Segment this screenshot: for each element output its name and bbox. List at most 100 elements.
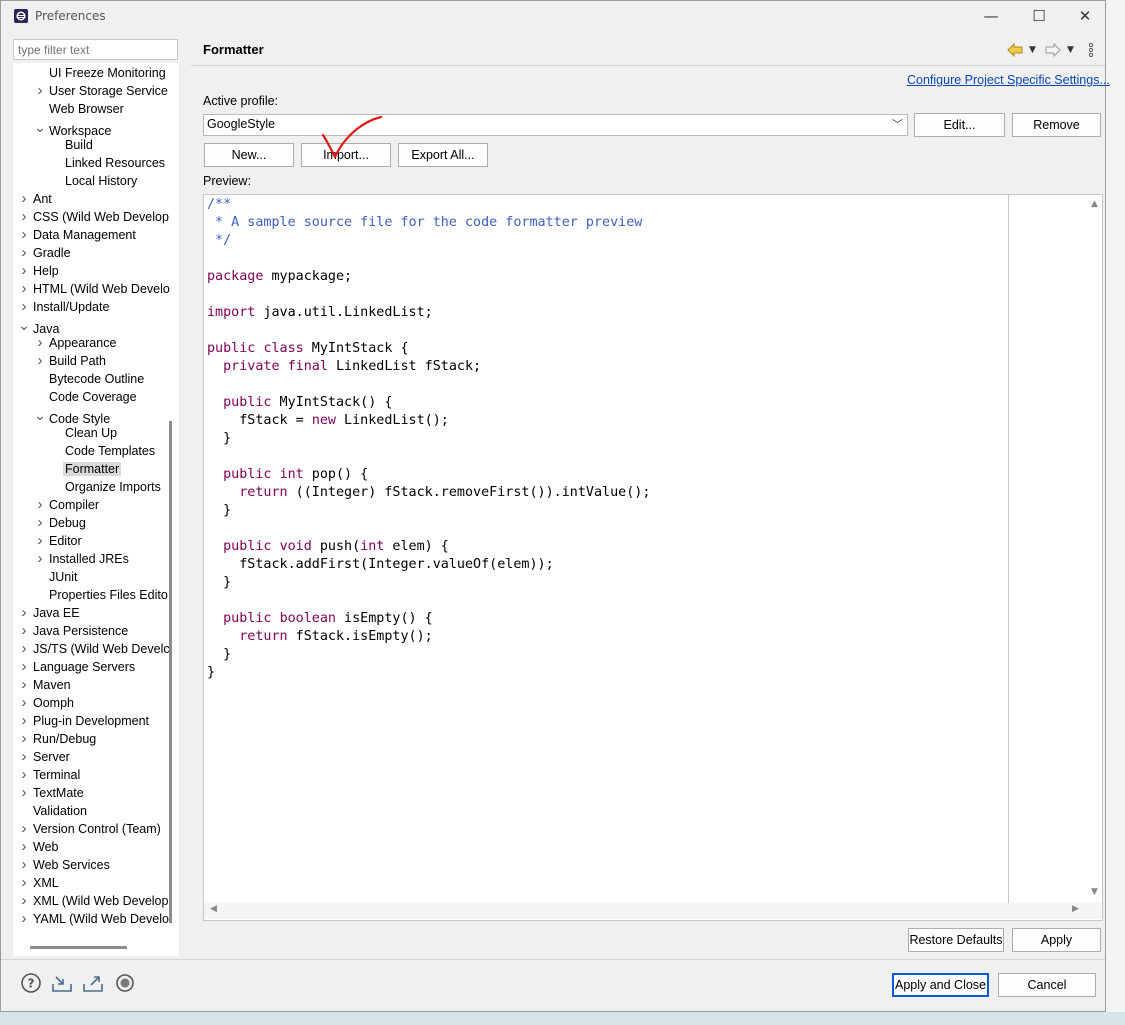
tree-horizontal-scrollbar[interactable] (30, 946, 127, 949)
tree-item[interactable]: Properties Files Edito (33, 586, 170, 604)
tree-item[interactable]: › Appearance (33, 334, 118, 352)
tree-item[interactable]: › Oomph (17, 694, 76, 712)
tree-item[interactable]: › YAML (Wild Web Develo (17, 910, 171, 928)
tree-item[interactable]: ⌄ Workspace (33, 118, 113, 138)
tree-item[interactable]: › User Storage Service (33, 82, 170, 100)
tree-item[interactable]: Bytecode Outline (33, 370, 146, 388)
tree-item[interactable]: › Terminal (17, 766, 82, 784)
filter-input[interactable] (13, 39, 178, 60)
chevron-right-icon[interactable]: › (17, 190, 31, 208)
tree-item[interactable]: › Data Management (17, 226, 138, 244)
remove-profile-button[interactable]: Remove (1012, 113, 1101, 137)
back-menu-chevron-icon[interactable]: ▼ (1029, 41, 1036, 59)
record-icon[interactable] (114, 972, 136, 994)
chevron-right-icon[interactable]: › (17, 730, 31, 748)
tree-item[interactable]: › Java EE (17, 604, 82, 622)
tree-item[interactable]: ⌄ Java (17, 316, 61, 336)
help-icon[interactable]: ? (20, 972, 42, 994)
tree-item[interactable]: › Language Servers (17, 658, 137, 676)
tree-item[interactable]: › Run/Debug (17, 730, 98, 748)
tree-item[interactable]: › Install/Update (17, 298, 111, 316)
tree-item[interactable]: Code Templates (49, 442, 157, 460)
tree-item[interactable]: › HTML (Wild Web Develo (17, 280, 172, 298)
chevron-right-icon[interactable]: › (17, 262, 31, 280)
scroll-down-icon[interactable]: ▼ (1091, 887, 1098, 897)
tree-item[interactable]: › Server (17, 748, 72, 766)
tree-item[interactable]: Build (49, 136, 95, 154)
chevron-right-icon[interactable]: › (17, 604, 31, 622)
tree-item[interactable]: › CSS (Wild Web Develop (17, 208, 171, 226)
chevron-right-icon[interactable]: › (17, 892, 31, 910)
tree-vertical-scrollbar[interactable] (169, 421, 172, 923)
tree-item[interactable]: Web Browser (33, 100, 126, 118)
chevron-down-icon[interactable]: ⌄ (33, 118, 47, 136)
import-profile-button[interactable]: Import... (301, 143, 391, 167)
chevron-right-icon[interactable]: › (33, 334, 47, 352)
chevron-right-icon[interactable]: › (17, 676, 31, 694)
tree-item[interactable]: › Build Path (33, 352, 108, 370)
chevron-right-icon[interactable]: › (33, 532, 47, 550)
chevron-right-icon[interactable]: › (17, 856, 31, 874)
view-menu-icon[interactable] (1087, 42, 1095, 58)
chevron-right-icon[interactable]: › (17, 748, 31, 766)
minimize-button[interactable]: — (977, 5, 1005, 27)
tree-item[interactable]: Local History (49, 172, 139, 190)
chevron-right-icon[interactable]: › (17, 910, 31, 928)
chevron-right-icon[interactable]: › (17, 838, 31, 856)
new-profile-button[interactable]: New... (204, 143, 294, 167)
chevron-right-icon[interactable]: › (17, 712, 31, 730)
chevron-right-icon[interactable]: › (17, 694, 31, 712)
chevron-right-icon[interactable]: › (17, 658, 31, 676)
tree-item[interactable]: › XML (Wild Web Develop (17, 892, 170, 910)
tree-item[interactable]: › Version Control (Team) (17, 820, 163, 838)
scroll-left-icon[interactable]: ◀ (210, 904, 217, 914)
chevron-right-icon[interactable]: › (33, 496, 47, 514)
tree-item[interactable]: ⌄ Code Style (33, 406, 112, 426)
tree-item[interactable]: JUnit (33, 568, 79, 586)
tree-item[interactable]: Validation (17, 802, 89, 820)
chevron-right-icon[interactable]: › (17, 244, 31, 262)
export-all-button[interactable]: Export All... (398, 143, 488, 167)
tree-item[interactable]: Organize Imports (49, 478, 163, 496)
preview-vertical-scrollbar[interactable]: ▲ ▼ (1088, 195, 1102, 903)
active-profile-select[interactable]: GoogleStyle ﹀ (203, 114, 908, 136)
tree-item[interactable]: Formatter (49, 460, 122, 478)
chevron-right-icon[interactable]: › (33, 352, 47, 370)
tree-item[interactable]: Linked Resources (49, 154, 167, 172)
chevron-right-icon[interactable]: › (17, 874, 31, 892)
tree-item[interactable]: › Java Persistence (17, 622, 130, 640)
tree-item[interactable]: › Compiler (33, 496, 101, 514)
export-prefs-icon[interactable] (82, 972, 104, 994)
restore-defaults-button[interactable]: Restore Defaults (908, 928, 1004, 952)
chevron-right-icon[interactable]: › (33, 514, 47, 532)
chevron-right-icon[interactable]: › (33, 82, 47, 100)
chevron-right-icon[interactable]: › (17, 208, 31, 226)
tree-item[interactable]: › XML (17, 874, 61, 892)
scroll-right-icon[interactable]: ▶ (1072, 904, 1079, 914)
configure-project-settings-link[interactable]: Configure Project Specific Settings... (907, 73, 1110, 87)
tree-item[interactable]: › Plug-in Development (17, 712, 151, 730)
maximize-button[interactable]: ☐ (1025, 5, 1053, 27)
tree-item[interactable]: Clean Up (49, 424, 119, 442)
back-arrow-icon[interactable] (1007, 43, 1023, 57)
tree-item[interactable]: › Maven (17, 676, 73, 694)
tree-item[interactable]: › JS/TS (Wild Web Develc (17, 640, 172, 658)
chevron-right-icon[interactable]: › (17, 766, 31, 784)
preview-horizontal-scrollbar[interactable]: ◀ ▶ (204, 903, 1102, 919)
scroll-up-icon[interactable]: ▲ (1091, 199, 1098, 209)
chevron-down-icon[interactable]: ⌄ (33, 406, 47, 424)
edit-profile-button[interactable]: Edit... (914, 113, 1005, 137)
tree-item[interactable]: › Web (17, 838, 60, 856)
tree-item[interactable]: Code Coverage (33, 388, 139, 406)
tree-item[interactable]: UI Freeze Monitoring (33, 64, 168, 82)
chevron-right-icon[interactable]: › (17, 820, 31, 838)
chevron-right-icon[interactable]: › (17, 298, 31, 316)
close-button[interactable]: ✕ (1071, 5, 1099, 27)
chevron-down-icon[interactable]: ⌄ (17, 316, 31, 334)
chevron-right-icon[interactable]: › (17, 280, 31, 298)
import-prefs-icon[interactable] (51, 972, 73, 994)
apply-and-close-button[interactable]: Apply and Close (892, 973, 989, 997)
apply-button[interactable]: Apply (1012, 928, 1101, 952)
cancel-button[interactable]: Cancel (998, 973, 1096, 997)
chevron-right-icon[interactable]: › (33, 550, 47, 568)
